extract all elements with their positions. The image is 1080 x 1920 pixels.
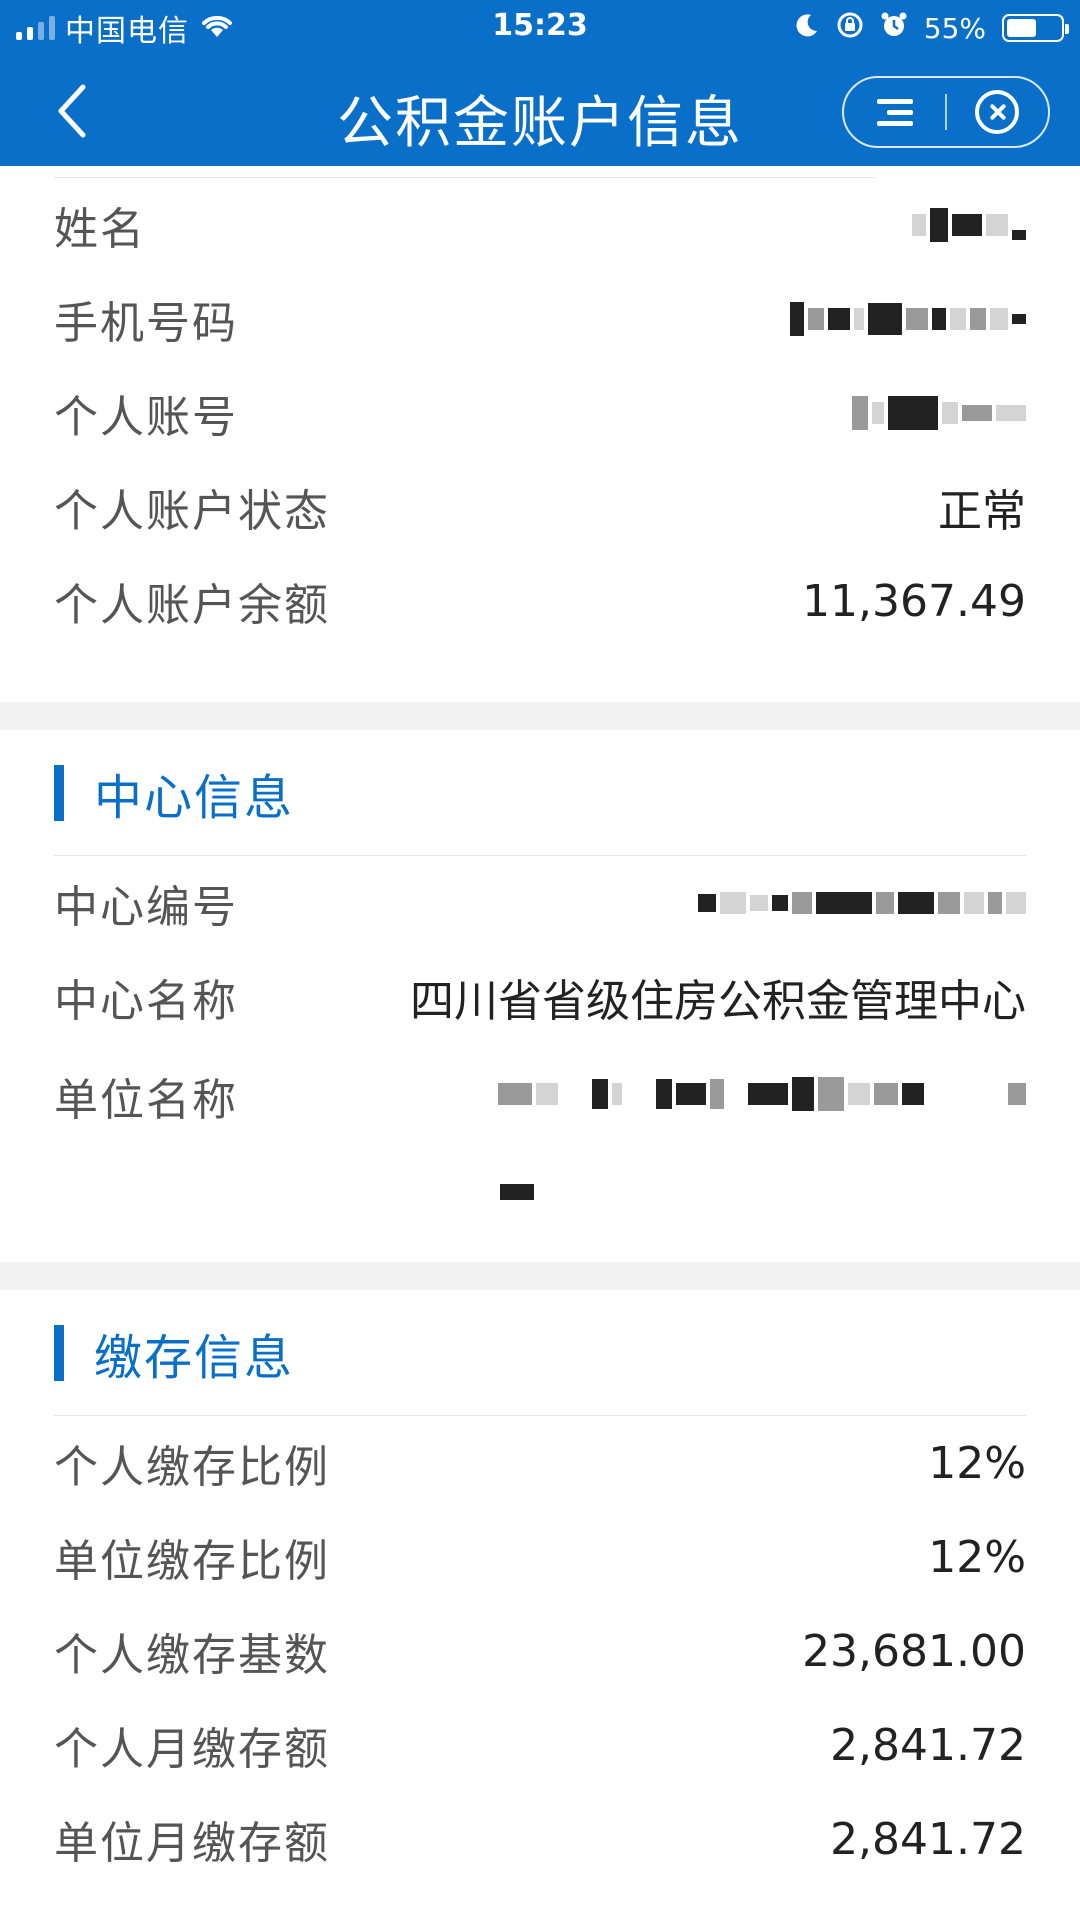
close-button[interactable]: [947, 78, 1048, 146]
row-label: 个人账户状态: [54, 486, 330, 537]
center-section: 中心信息 中心编号 中心名称 四川省省级住房公积金管理中心 单位名称: [0, 730, 1080, 1262]
row-label: 个人账号: [54, 392, 238, 443]
row-unit-name: 单位名称: [54, 1044, 1026, 1244]
row-unit-monthly: 单位月缴存额 2,841.72: [54, 1792, 1026, 1886]
row-center-id: 中心编号: [54, 856, 1026, 950]
row-name: 姓名: [54, 178, 1026, 272]
row-personal-ratio: 个人缴存比例 12%: [54, 1416, 1026, 1510]
section-gap: [0, 1262, 1080, 1290]
row-label: 单位缴存比例: [54, 1536, 330, 1587]
row-deposit-base: 个人缴存基数 23,681.00: [54, 1604, 1026, 1698]
menu-button[interactable]: [844, 78, 945, 146]
section-gap: [0, 702, 1080, 730]
row-label: 手机号码: [54, 298, 238, 349]
section-title: 缴存信息: [94, 1329, 295, 1386]
section-header: 中心信息: [54, 730, 1026, 856]
deposit-section: 缴存信息 个人缴存比例 12% 单位缴存比例 12% 个人缴存基数 23,681…: [0, 1290, 1080, 1886]
balance-value: 11,367.49: [802, 575, 1026, 627]
row-value: 12%: [928, 1531, 1026, 1583]
nav-bar: 公积金账户信息: [0, 56, 1080, 166]
content-scroll[interactable]: 姓名 手机号码 个人账号 个人账户状态 正常 个人账户余额 11,367.49: [0, 166, 1080, 1920]
row-personal-monthly: 个人月缴存额 2,841.72: [54, 1698, 1026, 1792]
section-header: 缴存信息: [54, 1290, 1026, 1416]
menu-icon: [876, 93, 913, 132]
masked-value: [790, 299, 1026, 339]
row-label: 单位名称: [54, 1075, 238, 1126]
section-accent-bar: [54, 764, 64, 821]
row-balance: 个人账户余额 11,367.49: [54, 554, 1026, 648]
row-label: 中心编号: [54, 882, 238, 933]
top-bar: 中国电信 15:23 55% 公积金账户信息: [0, 0, 1080, 166]
row-value: 12%: [928, 1437, 1026, 1489]
row-center-name: 中心名称 四川省省级住房公积金管理中心: [54, 950, 1026, 1044]
masked-value: [912, 205, 1026, 245]
alarm-icon: [880, 11, 908, 46]
divider: [54, 166, 876, 178]
close-circle-icon: [975, 90, 1020, 134]
moon-icon: [794, 12, 820, 45]
masked-value: [498, 1064, 1026, 1212]
battery-icon: [1002, 14, 1069, 42]
status-right: 55%: [794, 8, 1069, 48]
section-title: 中心信息: [94, 769, 295, 826]
row-phone: 手机号码: [54, 272, 1026, 366]
center-name-value: 四川省省级住房公积金管理中心: [410, 976, 1026, 1027]
rotation-lock-icon: [836, 11, 864, 46]
row-value: 23,681.00: [802, 1625, 1026, 1677]
row-value: 2,841.72: [830, 1813, 1026, 1865]
row-status: 个人账户状态 正常: [54, 460, 1026, 554]
row-account: 个人账号: [54, 366, 1026, 460]
row-label: 姓名: [54, 204, 146, 255]
section-accent-bar: [54, 1324, 64, 1381]
row-label: 个人缴存基数: [54, 1630, 330, 1681]
mini-program-capsule: [842, 76, 1050, 148]
status-bar: 中国电信 15:23 55%: [0, 0, 1080, 56]
row-value: 2,841.72: [830, 1719, 1026, 1771]
row-label: 单位月缴存额: [54, 1818, 330, 1869]
row-label: 中心名称: [54, 976, 238, 1027]
row-unit-ratio: 单位缴存比例 12%: [54, 1510, 1026, 1604]
row-label: 个人月缴存额: [54, 1724, 330, 1775]
row-label: 个人账户余额: [54, 580, 330, 631]
personal-section: 姓名 手机号码 个人账号 个人账户状态 正常 个人账户余额 11,367.49: [0, 166, 1080, 702]
battery-fill: [1007, 19, 1036, 37]
masked-value: [698, 883, 1026, 923]
account-status-value: 正常: [938, 486, 1026, 537]
masked-value: [852, 393, 1026, 433]
row-label: 个人缴存比例: [54, 1442, 330, 1493]
battery-percent: 55%: [923, 11, 986, 45]
